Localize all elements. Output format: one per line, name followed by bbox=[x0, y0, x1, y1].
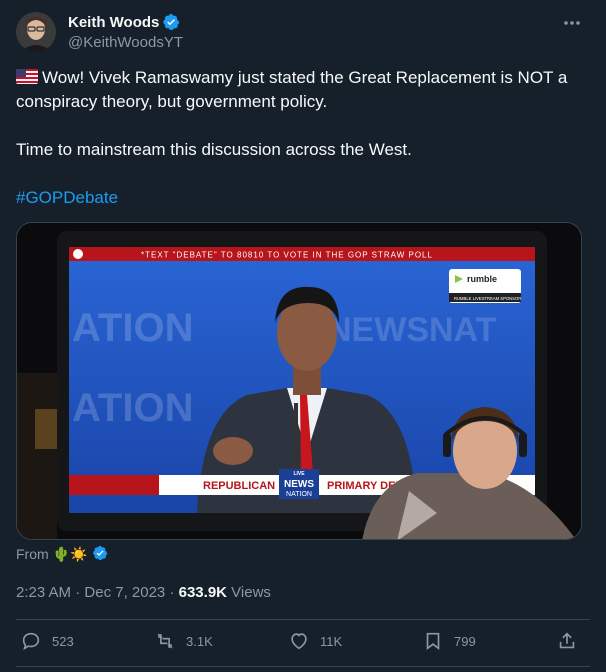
verified-badge-icon bbox=[92, 545, 110, 563]
us-flag-icon bbox=[16, 67, 38, 84]
bg-word-a: ATION bbox=[72, 306, 193, 350]
like-button[interactable]: 11K bbox=[288, 630, 342, 652]
from-text: From bbox=[16, 546, 49, 562]
ticker-text: *TEXT "DEBATE" TO 80810 TO VOTE IN THE G… bbox=[141, 251, 433, 260]
timestamp-row: 2:23 AM · Dec 7, 2023 · 633.9K Views bbox=[16, 584, 271, 601]
post-date[interactable]: Dec 7, 2023 bbox=[84, 584, 165, 601]
from-emojis[interactable]: 🌵☀️ bbox=[53, 546, 88, 563]
verified-badge-icon bbox=[162, 13, 180, 31]
post-time[interactable]: 2:23 AM bbox=[16, 584, 71, 601]
bg-word-a2: ATION bbox=[72, 386, 193, 430]
display-name[interactable]: Keith Woods bbox=[68, 14, 159, 31]
bookmark-icon bbox=[426, 632, 440, 650]
bookmark-button[interactable]: 799 bbox=[422, 630, 476, 652]
tweet-text: Wow! Vivek Ramaswamy just stated the Gre… bbox=[16, 66, 591, 234]
bookmark-count: 799 bbox=[454, 633, 476, 649]
views-label: Views bbox=[231, 584, 271, 601]
author-row: Keith Woods bbox=[68, 13, 180, 31]
repost-icon bbox=[157, 633, 173, 649]
tweet-line-2: Time to mainstream this discussion acros… bbox=[16, 140, 412, 159]
logo-bot: NATION bbox=[286, 491, 312, 498]
share-button[interactable] bbox=[556, 630, 578, 652]
from-label: From 🌵☀️ bbox=[16, 545, 110, 563]
lower-third-left: REPUBLICAN bbox=[203, 480, 275, 492]
views-count: 633.9K bbox=[178, 584, 227, 601]
tweet: Keith Woods @KeithWoodsYT Wow! Vivek Ram… bbox=[0, 0, 606, 672]
divider-bottom bbox=[16, 666, 590, 667]
like-count: 11K bbox=[320, 633, 343, 649]
more-options-icon[interactable] bbox=[562, 14, 582, 32]
logo-mid: NEWS bbox=[284, 479, 314, 490]
action-bar: 523 3.1K 11K 799 bbox=[0, 620, 606, 666]
repost-button[interactable]: 3.1K bbox=[154, 630, 213, 652]
hashtag-link[interactable]: #GOPDebate bbox=[16, 188, 118, 207]
avatar[interactable] bbox=[16, 12, 56, 52]
share-icon bbox=[559, 632, 575, 649]
reply-button[interactable]: 523 bbox=[20, 630, 74, 652]
media-video[interactable]: ATION ATION NEWSNAT *TEXT "DEBATE" TO 80… bbox=[16, 222, 582, 540]
tweet-paragraph-1: Wow! Vivek Ramaswamy just stated the Gre… bbox=[16, 66, 591, 114]
rumble-sub: RUMBLE LIVESTREAM SPONSOR bbox=[454, 296, 521, 301]
reply-count: 523 bbox=[52, 633, 74, 649]
repost-count: 3.1K bbox=[186, 633, 213, 649]
tweet-line-1: Wow! Vivek Ramaswamy just stated the Gre… bbox=[16, 68, 568, 111]
reply-icon bbox=[22, 632, 40, 651]
logo-top: LIVE bbox=[293, 471, 305, 477]
handle[interactable]: @KeithWoodsYT bbox=[68, 34, 183, 51]
rumble-label: rumble bbox=[467, 274, 497, 284]
heart-icon bbox=[291, 633, 307, 650]
bg-word-b: NEWSNAT bbox=[327, 311, 497, 349]
